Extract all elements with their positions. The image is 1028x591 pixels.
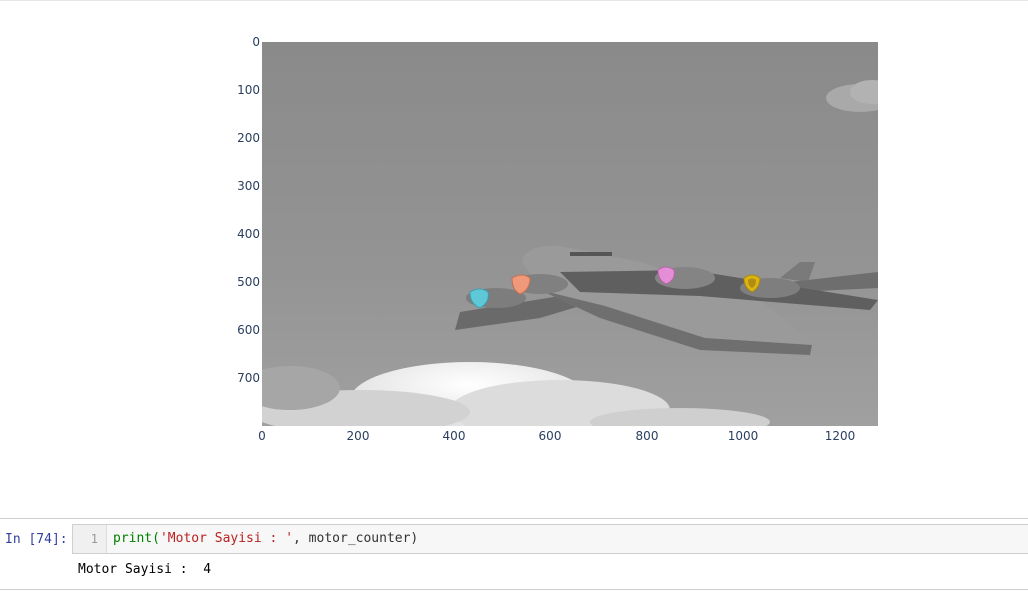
- bottom-separator: [0, 589, 1028, 590]
- y-tick-label: 600: [237, 323, 260, 337]
- y-tick-label: 400: [237, 227, 260, 241]
- x-tick-label: 200: [347, 429, 370, 443]
- y-tick-label: 200: [237, 131, 260, 145]
- plot-svg: 0 100 200 300 400 500 600 700 0 200 400 …: [237, 35, 878, 443]
- airplane-grayscale-image: [262, 42, 878, 426]
- x-axis: 0 200 400 600 800 1000 1200: [258, 429, 855, 443]
- x-tick-label: 1200: [825, 429, 856, 443]
- y-tick-label: 500: [237, 275, 260, 289]
- plotly-figure[interactable]: 0 100 200 300 400 500 600 700 0 200 400 …: [0, 0, 1028, 470]
- x-tick-label: 400: [443, 429, 466, 443]
- x-tick-label: 600: [539, 429, 562, 443]
- code-cell-editor[interactable]: 1 print('Motor Sayisi : ', motor_counter…: [72, 524, 1028, 554]
- y-tick-label: 100: [237, 83, 260, 97]
- cell-output: Motor Sayisi : 4: [78, 562, 212, 577]
- x-tick-label: 0: [258, 429, 266, 443]
- y-tick-label: 300: [237, 179, 260, 193]
- code-line[interactable]: print('Motor Sayisi : ', motor_counter): [113, 525, 418, 553]
- y-axis: 0 100 200 300 400 500 600 700: [237, 35, 260, 385]
- x-tick-label: 800: [636, 429, 659, 443]
- x-tick-label: 1000: [728, 429, 759, 443]
- code-string: 'Motor Sayisi : ': [159, 531, 294, 546]
- cell-separator: [0, 518, 1028, 519]
- code-args: , motor_counter): [293, 531, 419, 546]
- code-function: print(: [113, 531, 160, 546]
- y-tick-label: 0: [252, 35, 260, 49]
- cell-prompt: In [74]:: [5, 532, 68, 547]
- line-number: 1: [73, 525, 107, 553]
- y-tick-label: 700: [237, 371, 260, 385]
